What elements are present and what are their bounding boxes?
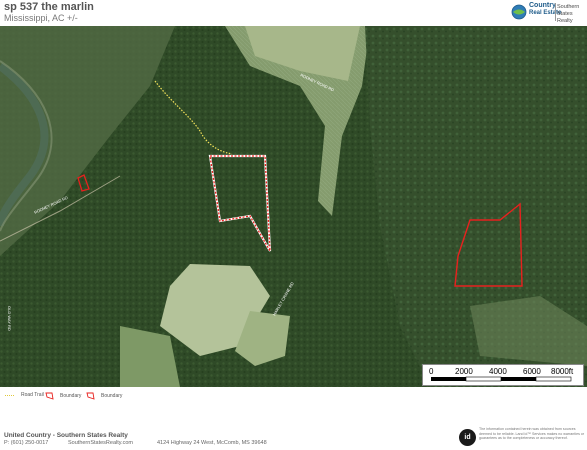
scale-tick-6000: 6000 [523,367,541,376]
scale-bar: 0 2000 4000 6000 8000ft [422,364,584,386]
scale-segment-4 [535,376,572,382]
footer-phone: P: (601) 250-0017 [4,440,49,446]
legend-label-boundary-2: Boundary [101,393,123,399]
map-canvas[interactable]: RODNEY ROAD RD RODNEY ROAD RD OLD WAY RD… [0,26,587,387]
footer-address: 4124 Highway 24 West, McComb, MS 39648 [157,440,267,446]
scale-tick-4000: 4000 [489,367,507,376]
scale-segment-3 [501,377,536,381]
scale-tick-0: 0 [429,367,434,376]
logo-brand-line1: Country [529,2,556,9]
page-subtitle: Mississippi, AC +/- [4,13,78,23]
id-logo-icon: id [459,429,476,446]
scale-segment-2 [465,376,502,382]
legend-item-road-trail: Road Trail [5,392,44,398]
legend-label-boundary-1: Boundary [60,393,82,399]
legend-label-road-trail: Road Trail [21,392,44,398]
globe-logo-icon [511,4,527,20]
scale-tick-8000: 8000ft [551,367,574,376]
company-logo: Country Real Estate Southern States Real… [511,2,583,24]
legend-item-boundary-2: Boundary [86,392,122,400]
boundary-shape-icon [45,392,54,400]
satellite-map[interactable]: RODNEY ROAD RD RODNEY ROAD RD OLD WAY RD… [0,26,587,387]
disclaimer-text: The information contained herein was obt… [479,427,585,441]
footer-website-link[interactable]: SouthernStatesRealty.com [68,440,133,446]
boundary-shape-icon [86,392,95,400]
scale-segment-1 [431,377,466,381]
dotted-line-icon [5,394,15,396]
legend-item-boundary-1: Boundary [45,392,81,400]
scale-tick-2000: 2000 [455,367,473,376]
road-label-old-way: OLD WAY RD [7,306,12,331]
logo-brand-side: Southern States Realty [557,4,580,24]
footer-company: United Country - Southern States Realty [4,432,128,439]
logo-divider [555,3,556,21]
header: sp 537 the marlin Mississippi, AC +/- Co… [0,0,587,26]
scale-bar-graphic: 0 2000 4000 6000 8000ft [429,367,574,382]
map-legend: Road Trail Boundary Boundary [0,392,587,406]
page-title: sp 537 the marlin [4,1,94,13]
